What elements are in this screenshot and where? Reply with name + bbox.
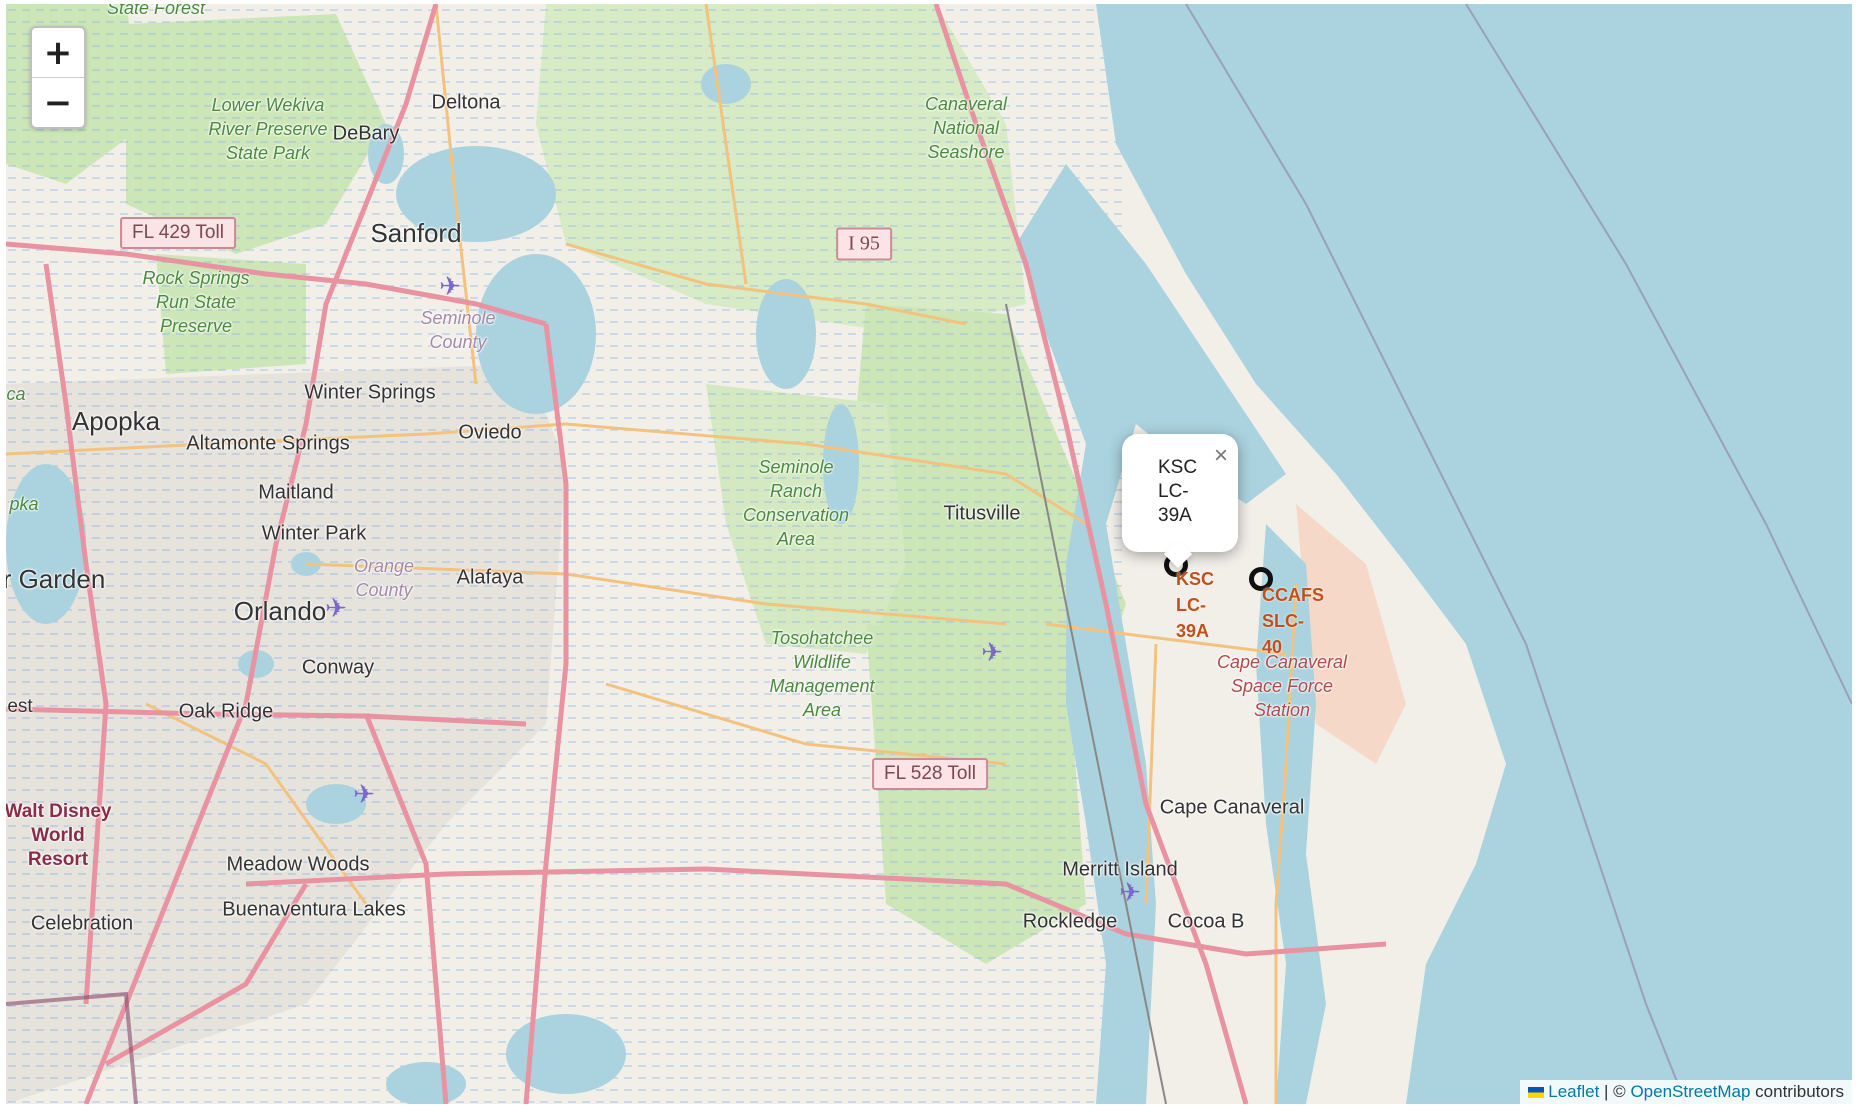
leaflet-link[interactable]: Leaflet bbox=[1548, 1082, 1599, 1101]
label-buenaventura: Buenaventura Lakes bbox=[222, 898, 406, 921]
label-seminole-ranch: Seminole Ranch Conservation Area bbox=[742, 457, 850, 549]
airport-icon: ✈ bbox=[325, 593, 347, 623]
label-celebration: Celebration bbox=[30, 912, 134, 935]
label-pka: pka bbox=[9, 494, 39, 514]
airport-icon: ✈ bbox=[439, 271, 461, 301]
ukraine-flag-icon bbox=[1528, 1087, 1545, 1099]
label-lower-wekiva: Lower Wekiva River Preserve State Park bbox=[208, 95, 328, 163]
zoom-in-button[interactable]: + bbox=[32, 28, 84, 77]
label-ca: ca bbox=[6, 384, 26, 404]
label-winter-park: Winter Park bbox=[261, 522, 367, 545]
zoom-out-button[interactable]: − bbox=[32, 77, 84, 127]
label-seminole-county: Seminole County bbox=[420, 308, 496, 352]
airport-icon: ✈ bbox=[981, 637, 1003, 667]
attribution-suffix: contributors bbox=[1750, 1082, 1844, 1101]
label-debary: DeBary bbox=[332, 122, 400, 145]
label-cocoa: Cocoa B bbox=[1167, 910, 1245, 933]
label-meadow-woods: Meadow Woods bbox=[226, 853, 370, 876]
label-est: est bbox=[7, 696, 33, 718]
label-canaveral-seashore: Canaveral National Seashore bbox=[924, 94, 1008, 162]
label-rock-springs: Rock Springs Run State Preserve bbox=[142, 268, 250, 336]
airport-icon: ✈ bbox=[353, 779, 375, 809]
label-state-forest: State Forest bbox=[106, 4, 206, 18]
label-orlando: Orlando bbox=[233, 596, 327, 627]
map-view[interactable]: State Forest Lower Wekiva River Preserve… bbox=[6, 4, 1852, 1104]
label-winter-garden: r Garden bbox=[6, 564, 106, 595]
label-cape-canaveral: Cape Canaveral bbox=[1159, 796, 1305, 819]
map-tiles bbox=[6, 4, 1852, 1104]
label-altamonte: Altamonte Springs bbox=[186, 432, 350, 455]
label-conway: Conway bbox=[301, 656, 375, 679]
shield-i95: I 95 bbox=[836, 227, 892, 261]
label-apopka: Apopka bbox=[71, 406, 161, 437]
shield-fl429: FL 429 Toll bbox=[120, 217, 236, 249]
zoom-control: + − bbox=[30, 26, 86, 129]
osm-link[interactable]: OpenStreetMap bbox=[1630, 1082, 1750, 1101]
label-winter-springs: Winter Springs bbox=[304, 381, 436, 404]
popup-close-button[interactable]: × bbox=[1214, 442, 1228, 470]
label-titusville: Titusville bbox=[943, 502, 1021, 525]
label-walt-disney: Walt Disney World Resort bbox=[6, 801, 112, 870]
map-attribution: Leaflet | © OpenStreetMap contributors bbox=[1520, 1080, 1852, 1104]
label-sanford: Sanford bbox=[370, 218, 462, 249]
label-tosohatchee: Tosohatchee Wildlife Management Area bbox=[769, 628, 875, 720]
label-oak-ridge: Oak Ridge bbox=[178, 700, 274, 723]
popup-content: KSC LC- 39A bbox=[1158, 457, 1198, 526]
marker-label-ccafs: CCAFS SLC- 40 bbox=[1262, 585, 1324, 657]
label-cape-canaveral-sfs: Cape Canaveral Space Force Station bbox=[1216, 652, 1348, 720]
label-deltona: Deltona bbox=[431, 91, 501, 114]
label-maitland: Maitland bbox=[258, 481, 334, 504]
airport-icon: ✈ bbox=[1119, 877, 1141, 907]
shield-fl528: FL 528 Toll bbox=[872, 758, 988, 790]
marker-popup: KSC LC- 39A × bbox=[1122, 434, 1238, 569]
label-orange-county: Orange County bbox=[353, 556, 415, 600]
attribution-separator: | © bbox=[1599, 1082, 1631, 1101]
label-alafaya: Alafaya bbox=[456, 566, 524, 589]
marker-label-ksc: KSC LC- 39A bbox=[1176, 569, 1215, 641]
label-rockledge: Rockledge bbox=[1022, 910, 1118, 933]
label-oviedo: Oviedo bbox=[458, 421, 522, 444]
